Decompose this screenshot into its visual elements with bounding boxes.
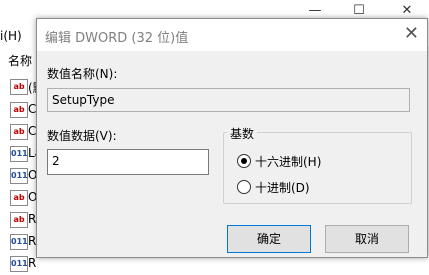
dialog-close-button[interactable]: ✕ bbox=[404, 23, 419, 44]
column-header-name[interactable]: 名称 bbox=[8, 52, 32, 69]
base-legend: 基数 bbox=[227, 125, 258, 142]
radio-hexadecimal[interactable] bbox=[237, 154, 251, 168]
radio-selected-dot-icon bbox=[241, 158, 247, 164]
binary-value-icon: 011 bbox=[10, 256, 28, 272]
cancel-button[interactable]: 取消 bbox=[325, 225, 409, 253]
binary-value-icon: 011 bbox=[10, 234, 28, 250]
string-value-icon: ab bbox=[10, 124, 28, 140]
value-data-label: 数值数据(V): bbox=[47, 129, 117, 143]
radio-hexadecimal-label[interactable]: 十六进制(H) bbox=[255, 153, 321, 170]
menu-item-help[interactable]: i(H) bbox=[0, 29, 22, 43]
dialog-title: 编辑 DWORD (32 位)值 bbox=[45, 31, 189, 46]
registry-value-name: R bbox=[28, 256, 37, 270]
value-name-field[interactable]: SetupType bbox=[47, 88, 410, 112]
string-value-icon: ab bbox=[10, 212, 28, 228]
radio-decimal-label[interactable]: 十进制(D) bbox=[255, 179, 310, 196]
string-value-icon: ab bbox=[10, 102, 28, 118]
edit-dword-dialog: 编辑 DWORD (32 位)值 ✕ 数值名称(N): SetupType 数值… bbox=[36, 18, 428, 258]
radio-decimal[interactable] bbox=[237, 180, 251, 194]
dialog-titlebar: 编辑 DWORD (32 位)值 ✕ bbox=[37, 19, 427, 51]
value-name-label: 数值名称(N): bbox=[47, 67, 118, 81]
binary-value-icon: 011 bbox=[10, 146, 28, 162]
value-data-input[interactable]: 2 bbox=[47, 149, 209, 175]
string-value-icon: ab bbox=[10, 79, 28, 95]
binary-value-icon: 011 bbox=[10, 168, 28, 184]
string-value-icon: ab bbox=[10, 190, 28, 206]
ok-button[interactable]: 确定 bbox=[227, 225, 311, 253]
